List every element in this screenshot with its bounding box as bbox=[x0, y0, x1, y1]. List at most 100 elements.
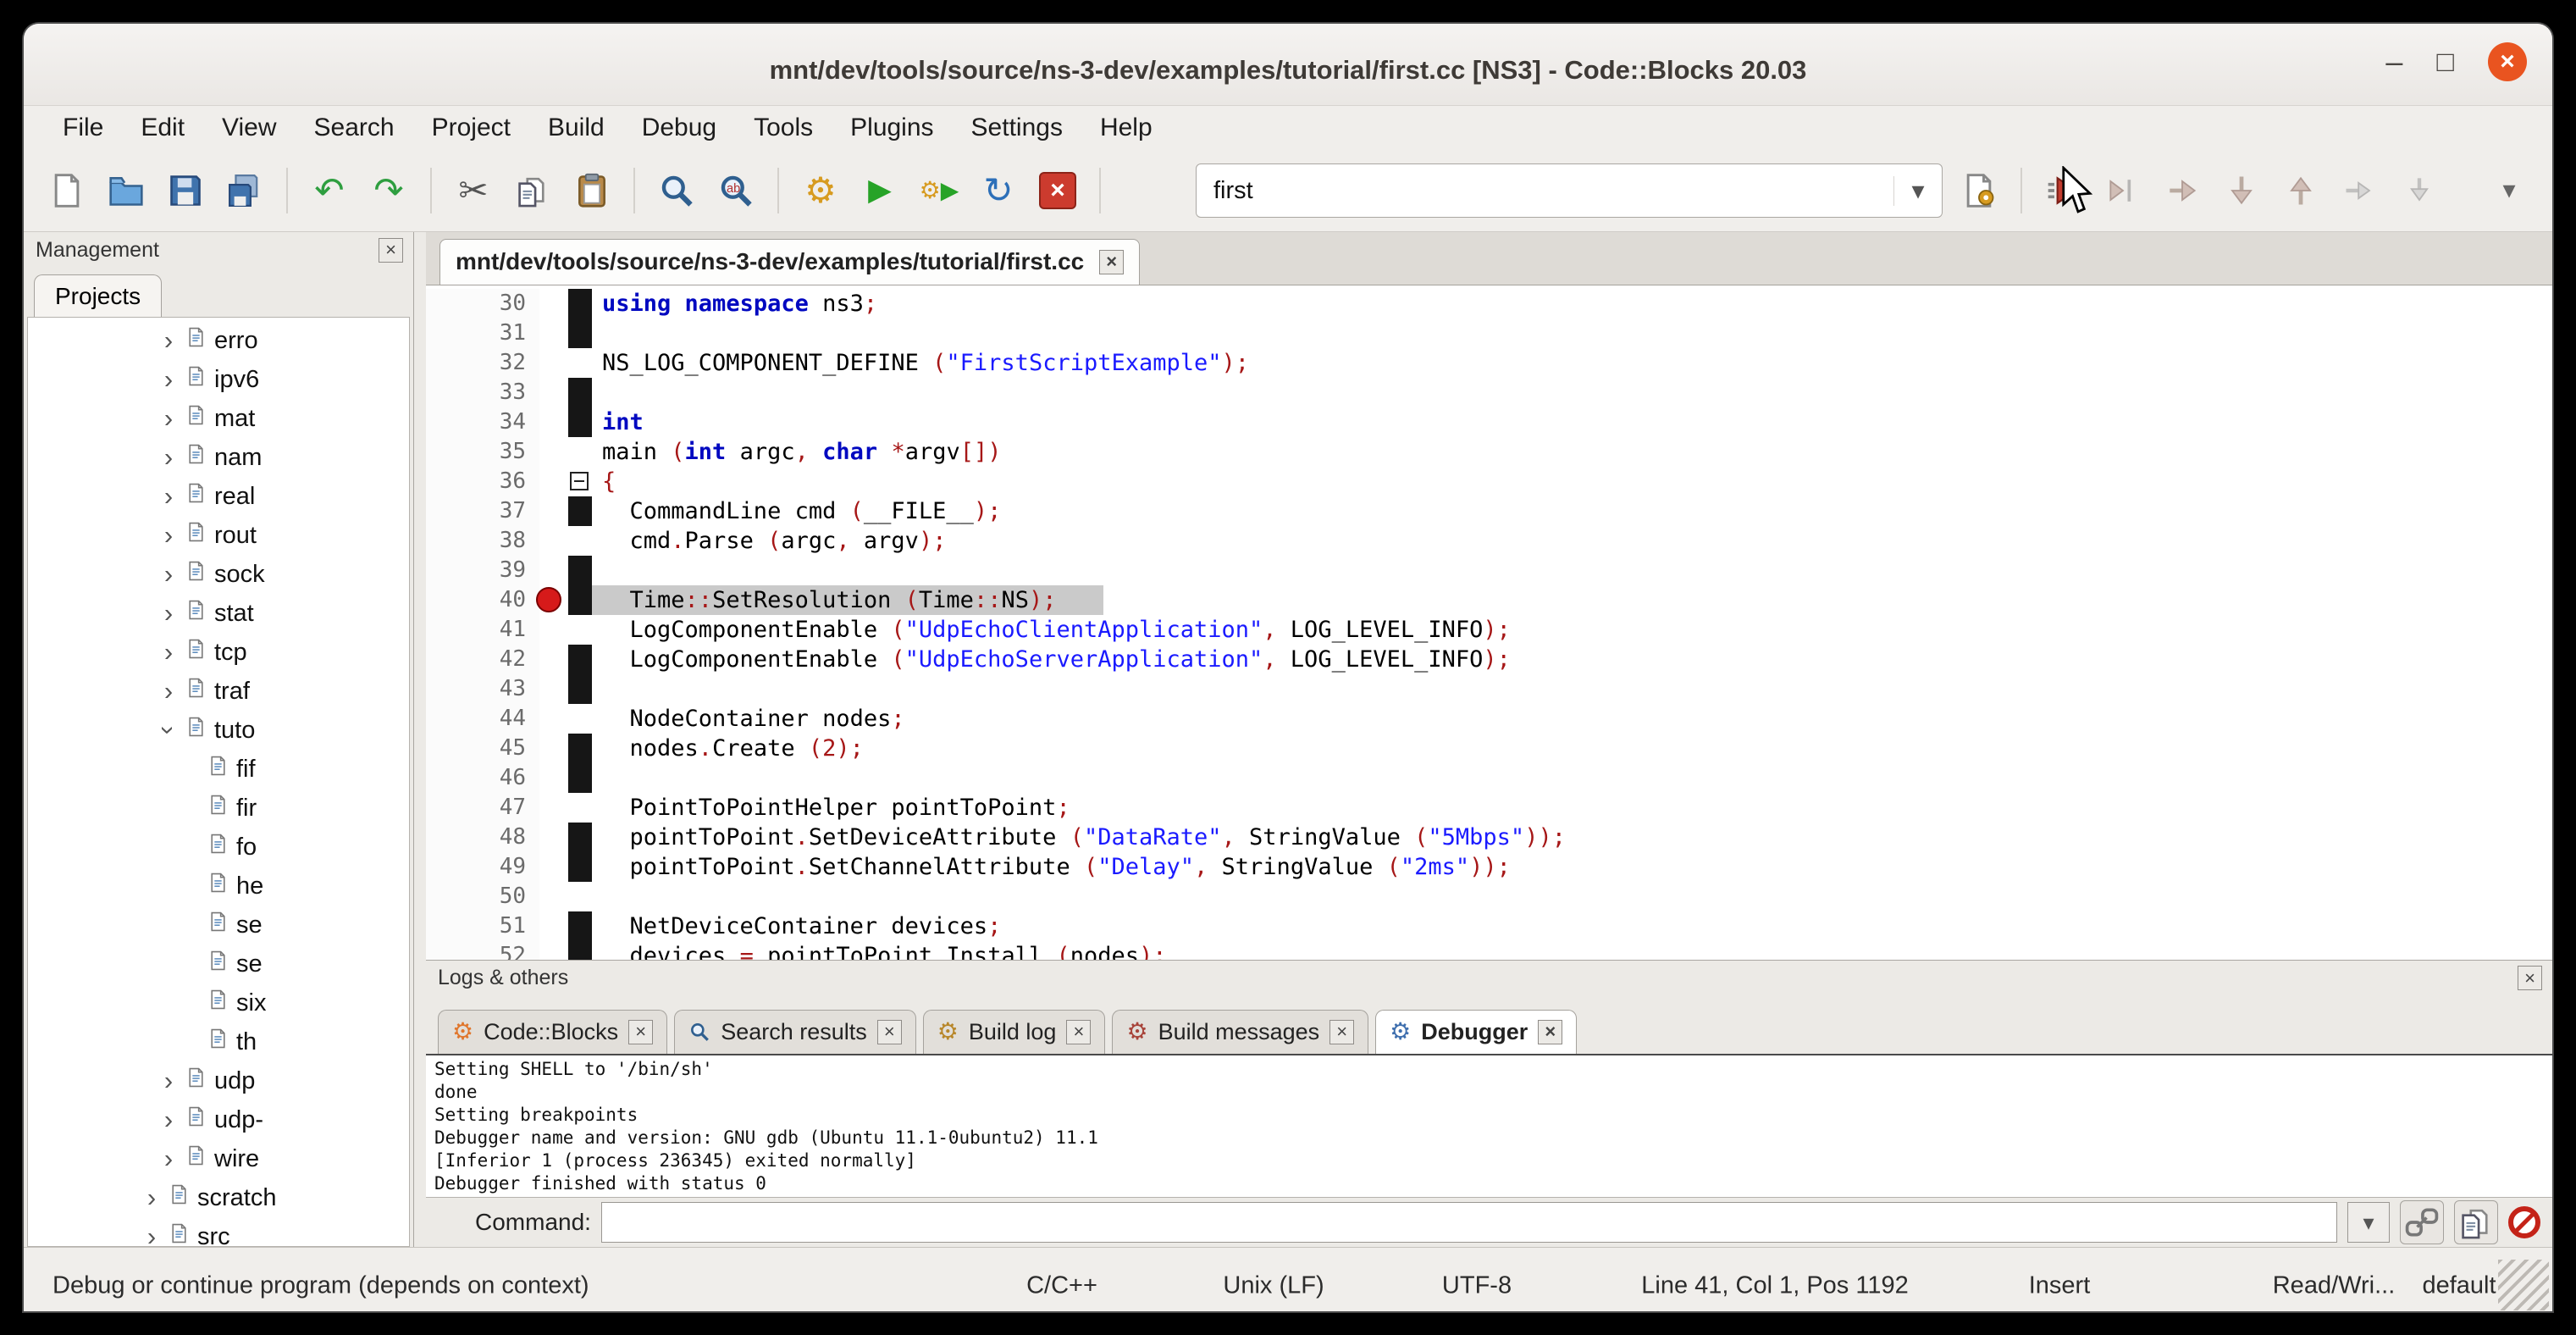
tree-item-real[interactable]: ›real bbox=[28, 477, 409, 516]
copy-log-button[interactable] bbox=[2454, 1200, 2498, 1244]
tree-item-src[interactable]: ›src bbox=[28, 1217, 409, 1247]
chevron-collapsed-icon[interactable]: › bbox=[157, 442, 180, 473]
marker-margin[interactable] bbox=[539, 615, 568, 645]
undo-button[interactable]: ↶ bbox=[307, 168, 352, 213]
redo-button[interactable]: ↷ bbox=[366, 168, 412, 213]
line-number[interactable]: 52 bbox=[426, 941, 539, 960]
step-into-button[interactable] bbox=[2219, 168, 2264, 213]
tree-item-traf[interactable]: ›traf bbox=[28, 672, 409, 711]
toolbar-options-button[interactable]: ▾ bbox=[2486, 168, 2532, 213]
line-number[interactable]: 34 bbox=[426, 407, 539, 437]
marker-margin[interactable] bbox=[539, 645, 568, 674]
marker-margin[interactable] bbox=[539, 763, 568, 793]
tree-item-se[interactable]: se bbox=[28, 906, 409, 944]
line-number[interactable]: 36 bbox=[426, 467, 539, 496]
panel-splitter[interactable] bbox=[414, 232, 426, 1247]
tree-item-wire[interactable]: ›wire bbox=[28, 1139, 409, 1178]
tree-item-he[interactable]: he bbox=[28, 867, 409, 906]
chevron-collapsed-icon[interactable]: › bbox=[157, 1066, 180, 1096]
line-number[interactable]: 42 bbox=[426, 645, 539, 674]
marker-margin[interactable] bbox=[539, 674, 568, 704]
marker-margin[interactable] bbox=[539, 289, 568, 319]
code-editor[interactable]: 30using namespace ns3;3132NS_LOG_COMPONE… bbox=[426, 285, 2552, 960]
marker-margin[interactable] bbox=[539, 911, 568, 941]
tree-item-tuto[interactable]: ›tuto bbox=[28, 711, 409, 750]
close-icon[interactable]: × bbox=[2518, 966, 2542, 990]
menu-edit[interactable]: Edit bbox=[122, 106, 203, 150]
abort-build-button[interactable]: × bbox=[1035, 168, 1081, 213]
maximize-button[interactable]: □ bbox=[2436, 46, 2454, 79]
step-into-instruction-button[interactable] bbox=[2396, 168, 2442, 213]
tree-item-erro[interactable]: ›erro bbox=[28, 321, 409, 360]
breakpoint-icon[interactable] bbox=[536, 587, 561, 612]
tree-item-stat[interactable]: ›stat bbox=[28, 594, 409, 633]
menu-help[interactable]: Help bbox=[1081, 106, 1171, 150]
tree-item-six[interactable]: six bbox=[28, 983, 409, 1022]
compile-current-file-button[interactable] bbox=[1956, 168, 2002, 213]
marker-margin[interactable] bbox=[539, 852, 568, 882]
marker-margin[interactable] bbox=[539, 348, 568, 378]
chevron-collapsed-icon[interactable]: › bbox=[157, 325, 180, 356]
line-number[interactable]: 50 bbox=[426, 882, 539, 911]
chevron-collapsed-icon[interactable]: › bbox=[157, 364, 180, 395]
marker-margin[interactable] bbox=[539, 882, 568, 911]
marker-margin[interactable] bbox=[539, 378, 568, 407]
close-icon[interactable]: × bbox=[379, 238, 403, 263]
tree-item-tcp[interactable]: ›tcp bbox=[28, 633, 409, 672]
command-input[interactable] bbox=[601, 1202, 2337, 1243]
menu-view[interactable]: View bbox=[203, 106, 295, 150]
marker-margin[interactable] bbox=[539, 734, 568, 763]
log-tab-debugger[interactable]: ⚙Debugger× bbox=[1375, 1010, 1577, 1054]
menu-project[interactable]: Project bbox=[413, 106, 529, 150]
line-number[interactable]: 41 bbox=[426, 615, 539, 645]
cut-button[interactable]: ✂ bbox=[451, 168, 496, 213]
line-number[interactable]: 45 bbox=[426, 734, 539, 763]
chevron-collapsed-icon[interactable]: › bbox=[157, 598, 180, 629]
line-number[interactable]: 46 bbox=[426, 763, 539, 793]
menu-file[interactable]: File bbox=[44, 106, 122, 150]
run-button[interactable]: ▶ bbox=[857, 168, 903, 213]
command-history-dropdown[interactable]: ▾ bbox=[2347, 1202, 2390, 1243]
link-button[interactable] bbox=[2400, 1200, 2444, 1244]
marker-margin[interactable] bbox=[539, 793, 568, 823]
chevron-collapsed-icon[interactable]: › bbox=[157, 403, 180, 434]
marker-margin[interactable] bbox=[539, 526, 568, 556]
resize-grip[interactable] bbox=[2498, 1260, 2549, 1310]
chevron-down-icon[interactable]: ▾ bbox=[1893, 176, 1942, 206]
marker-margin[interactable] bbox=[539, 467, 568, 496]
menu-tools[interactable]: Tools bbox=[735, 106, 832, 150]
tree-item-fif[interactable]: fif bbox=[28, 750, 409, 789]
chevron-collapsed-icon[interactable]: › bbox=[140, 1183, 163, 1213]
debug-continue-button[interactable] bbox=[2041, 168, 2087, 213]
line-number[interactable]: 37 bbox=[426, 496, 539, 526]
open-file-button[interactable] bbox=[103, 168, 149, 213]
marker-margin[interactable] bbox=[539, 585, 568, 615]
marker-margin[interactable] bbox=[539, 407, 568, 437]
titlebar[interactable]: mnt/dev/tools/source/ns-3-dev/examples/t… bbox=[24, 24, 2552, 106]
marker-margin[interactable] bbox=[539, 496, 568, 526]
marker-margin[interactable] bbox=[539, 437, 568, 467]
line-number[interactable]: 51 bbox=[426, 911, 539, 941]
line-number[interactable]: 48 bbox=[426, 823, 539, 852]
chevron-collapsed-icon[interactable]: › bbox=[157, 1144, 180, 1174]
tree-item-nam[interactable]: ›nam bbox=[28, 438, 409, 477]
replace-button[interactable]: ab bbox=[713, 168, 759, 213]
close-icon[interactable]: × bbox=[1538, 1020, 1562, 1044]
marker-margin[interactable] bbox=[539, 319, 568, 348]
new-file-button[interactable] bbox=[44, 168, 90, 213]
copy-button[interactable] bbox=[510, 168, 556, 213]
close-icon[interactable]: × bbox=[1066, 1020, 1091, 1044]
menu-search[interactable]: Search bbox=[296, 106, 413, 150]
rebuild-button[interactable]: ↻ bbox=[976, 168, 1021, 213]
line-number[interactable]: 31 bbox=[426, 319, 539, 348]
line-number[interactable]: 47 bbox=[426, 793, 539, 823]
chevron-collapsed-icon[interactable]: › bbox=[157, 559, 180, 590]
line-number[interactable]: 33 bbox=[426, 378, 539, 407]
tree-item-th[interactable]: th bbox=[28, 1022, 409, 1061]
minimize-button[interactable]: – bbox=[2385, 44, 2402, 80]
tree-item-udp[interactable]: ›udp bbox=[28, 1061, 409, 1100]
next-instruction-button[interactable] bbox=[2337, 168, 2383, 213]
editor-tab-close-icon[interactable]: × bbox=[1099, 250, 1124, 274]
close-icon[interactable]: × bbox=[877, 1020, 902, 1044]
log-tab-code-blocks[interactable]: ⚙Code::Blocks× bbox=[438, 1010, 667, 1054]
